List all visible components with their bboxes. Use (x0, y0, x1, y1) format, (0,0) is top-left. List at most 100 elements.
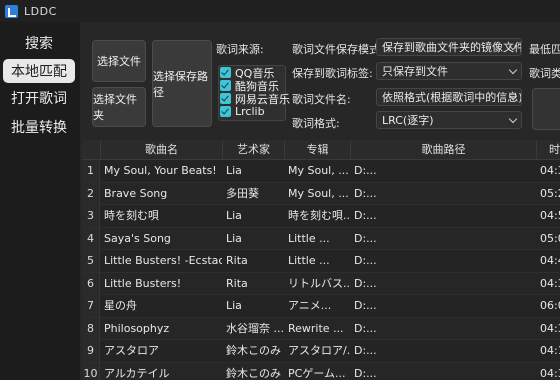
table-row[interactable]: 7 星の舟 Lia アニメ... D:... 06:0 (82, 295, 560, 318)
title-bar: LDDC (0, 0, 560, 22)
cell-artist: 鈴木このみ (226, 344, 281, 357)
cell-duration: 04:3 (540, 164, 560, 177)
cell-path: D:... (354, 321, 377, 335)
column-header-album[interactable]: 专辑 (284, 140, 350, 160)
chevron-down-icon (508, 114, 518, 124)
cell-title: 星の舟 (104, 299, 137, 312)
filename-label: 歌词文件名: (292, 93, 351, 106)
cell-path: D:... (354, 299, 377, 312)
sidebar-item-search[interactable]: 搜索 (3, 31, 75, 55)
cell-artist: 多田葵 (226, 186, 259, 200)
column-header-artist[interactable]: 艺术家 (222, 140, 284, 160)
row-number: 10 (82, 362, 100, 380)
cell-artist: 水谷瑠奈 ... (226, 321, 284, 335)
cell-title: アスタロア (104, 344, 159, 357)
cell-title: Saya's Song (104, 231, 171, 245)
cell-album: Little ... (288, 231, 330, 245)
checkbox-checked-icon[interactable] (220, 93, 231, 104)
table-row[interactable]: 2 Brave Song 多田葵 My Soul, ... D:... 05:2 (82, 182, 560, 205)
checkbox-checked-icon[interactable] (220, 67, 231, 78)
sidebar: 搜索 本地匹配 打开歌词 批量转换 (0, 22, 80, 380)
table-row[interactable]: 5 Little Busters! -Ecstacy Ver.- Rita Littl… (82, 250, 560, 273)
save-tag-select[interactable]: 只保存到文件 (376, 62, 522, 80)
row-number: 8 (82, 317, 100, 340)
cell-duration: 06:0 (540, 299, 560, 312)
source-item-lrclib[interactable]: Lrclib (219, 105, 285, 118)
cell-path: D:... (354, 254, 377, 267)
sidebar-item-open-lyrics[interactable]: 打开歌词 (3, 86, 75, 110)
cell-album: My Soul, ... (288, 186, 349, 200)
local-match-panel: 选择文件 选择文件夹 选择保存路径 歌词来源: QQ音乐 酷狗音乐 网易云音乐 … (80, 22, 560, 380)
cell-path: D:... (354, 164, 377, 177)
cell-title: アルカテイル (104, 366, 170, 380)
row-number: 9 (82, 340, 100, 362)
cell-duration: 04:3 (540, 321, 560, 335)
format-value: LRC(逐字) (382, 114, 434, 127)
lyrics-source-list: QQ音乐 酷狗音乐 网易云音乐 Lrclib (218, 65, 290, 121)
table-row[interactable]: 10 アルカテイル 鈴木このみ PCゲーム... D:... 04:3 (82, 362, 560, 380)
checkbox-checked-icon[interactable] (220, 106, 231, 117)
cell-album: PCゲーム... (288, 366, 346, 380)
cell-title: 時を刻む唄 (104, 209, 159, 222)
cell-path: D:... (354, 231, 377, 245)
select-save-path-button[interactable]: 选择保存路径 (152, 40, 212, 127)
cell-album: 時を刻む唄... (288, 209, 350, 222)
table-row[interactable]: 6 Little Busters! Rita リトルバス... D:... 04:3 (82, 272, 560, 295)
filename-value: 依照格式(根据歌词中的信息) (382, 91, 522, 104)
cell-artist: Lia (226, 231, 242, 245)
lyrics-type-label: 歌词类型 (529, 67, 560, 80)
start-match-button[interactable] (532, 88, 560, 130)
min-match-label: 最低匹配 (529, 43, 560, 56)
select-file-button[interactable]: 选择文件 (92, 40, 146, 82)
column-header-path[interactable]: 歌曲路径 (350, 140, 536, 160)
cell-duration: 04:1 (540, 344, 560, 357)
cell-duration: 05:0 (540, 231, 560, 245)
cell-duration: 04:3 (540, 276, 560, 290)
cell-path: D:... (354, 186, 377, 200)
source-item-netease[interactable]: 网易云音乐 (219, 92, 290, 106)
format-select[interactable]: LRC(逐字) (376, 111, 522, 129)
song-table: 歌曲名 艺术家 专辑 歌曲路径 时长 1 My Soul, Your Beats!… (82, 140, 560, 380)
column-header-duration[interactable]: 时长 (536, 140, 560, 160)
save-tag-value: 只保存到文件 (382, 65, 448, 78)
cell-artist: Lia (226, 164, 242, 177)
cell-album: My Soul, ... (288, 164, 349, 177)
cell-path: D:... (354, 344, 377, 357)
cell-path: D:... (354, 366, 377, 380)
table-row[interactable]: 9 アスタロア 鈴木このみアスタロア/... D:... 04:1 (82, 340, 560, 363)
cell-title: Philosophyz (104, 321, 170, 335)
table-header: 歌曲名 艺术家 专辑 歌曲路径 时长 (82, 140, 560, 160)
sidebar-item-local-match[interactable]: 本地匹配 (3, 59, 75, 83)
save-mode-select[interactable]: 保存到歌曲文件夹的镜像文件夹 (376, 38, 522, 56)
table-row[interactable]: 8 Philosophyz 水谷瑠奈 ... Rewrite ... D:... 04:3 (82, 317, 560, 340)
lyrics-source-label: 歌词来源: (216, 43, 264, 56)
cell-path: D:... (354, 209, 377, 222)
cell-title: Little Busters! (104, 276, 182, 290)
column-header-title[interactable]: 歌曲名 (100, 140, 222, 160)
cell-album: Rewrite ... (288, 321, 344, 335)
sidebar-item-batch-convert[interactable]: 批量转换 (3, 115, 75, 139)
cell-duration: 04:4 (540, 254, 560, 267)
select-folder-button[interactable]: 选择文件夹 (92, 87, 146, 127)
format-label: 歌词格式: (292, 117, 340, 130)
cell-album: アスタロア/... (288, 344, 350, 357)
row-number: 5 (82, 250, 100, 272)
row-number: 2 (82, 182, 100, 205)
cell-album: Little ... (288, 254, 330, 267)
chevron-down-icon (508, 65, 518, 75)
row-number: 6 (82, 272, 100, 295)
cell-artist: Rita (226, 276, 248, 290)
window-title: LDDC (24, 4, 57, 18)
row-number: 7 (82, 295, 100, 317)
save-tag-label: 保存到歌词标签: (292, 67, 373, 80)
filename-select[interactable]: 依照格式(根据歌词中的信息) (376, 88, 522, 106)
cell-duration: 04:3 (540, 366, 560, 380)
table-row[interactable]: 1 My Soul, Your Beats! Lia My Soul, ... D:..… (82, 160, 560, 183)
cell-artist: 鈴木このみ (226, 366, 281, 380)
cell-album: リトルバス... (288, 276, 350, 290)
table-row[interactable]: 4 Saya's Song Lia Little ... D:... 05:0 (82, 227, 560, 250)
cell-duration: 04:5 (540, 209, 560, 222)
checkbox-checked-icon[interactable] (220, 80, 231, 91)
cell-title: My Soul, Your Beats! (104, 164, 217, 177)
table-row[interactable]: 3 時を刻む唄 Lia 時を刻む唄... D:... 04:5 (82, 205, 560, 228)
